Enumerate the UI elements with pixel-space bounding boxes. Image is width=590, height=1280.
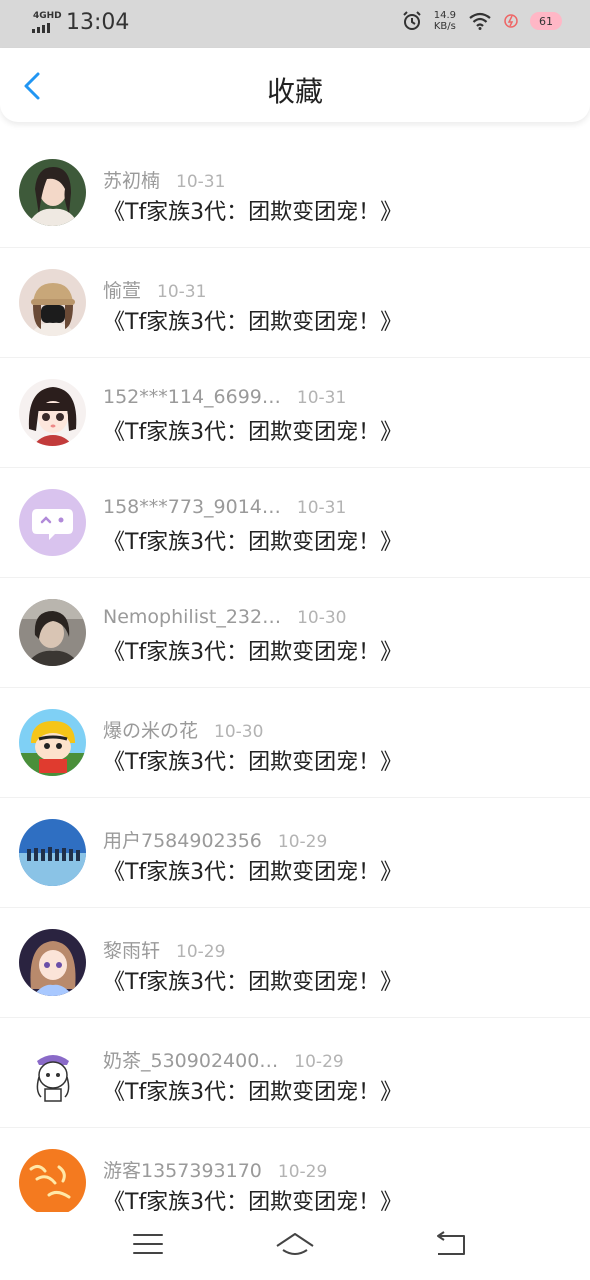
status-right: 14.9 KB/s 61 [402,10,562,32]
list-item[interactable]: 爆の米の花 10-30 《Tf家族3代：团欺变团宠！》 [0,688,590,798]
avatar[interactable] [19,269,86,336]
list-item[interactable]: 愉萱 10-31 《Tf家族3代：团欺变团宠！》 [0,248,590,358]
battery-level: 61 [539,14,553,28]
favorites-list: 苏初楠 10-31 《Tf家族3代：团欺变团宠！》 愉萱 10-31 《Tf家族… [0,138,590,1238]
system-nav-bar [0,1212,590,1280]
clock: 13:04 [66,10,130,35]
list-item[interactable]: 苏初楠 10-31 《Tf家族3代：团欺变团宠！》 [0,138,590,248]
signal-icon: 4GHD [32,10,62,35]
book-title[interactable]: 《Tf家族3代：团欺变团宠！》 [103,524,402,556]
avatar[interactable] [19,709,86,776]
list-item[interactable]: 奶茶_530902400… 10-29 《Tf家族3代：团欺变团宠！》 [0,1018,590,1128]
item-meta: 152***114_6699… 10-31 [103,386,346,408]
list-item[interactable]: 用户7584902356 10-29 《Tf家族3代：团欺变团宠！》 [0,798,590,908]
avatar[interactable] [19,159,86,226]
item-date: 10-30 [214,722,264,742]
item-meta: 游客1357393170 10-29 [103,1156,327,1183]
item-date: 10-29 [277,1162,328,1182]
item-date: 10-31 [296,388,347,408]
author-name[interactable]: 158***773_9014… [103,496,281,518]
network-type: 4GHD [33,10,62,21]
list-item[interactable]: Nemophilist_232… 10-30 《Tf家族3代：团欺变团宠！》 [0,578,590,688]
list-item[interactable]: 158***773_9014… 10-31 《Tf家族3代：团欺变团宠！》 [0,468,590,578]
alarm-icon [403,11,421,30]
item-meta: 爆の米の花 10-30 [103,716,263,743]
author-name[interactable]: 奶茶_530902400… [103,1046,278,1073]
item-meta: 苏初楠 10-31 [103,166,225,193]
header: 收藏 [0,48,590,122]
author-name[interactable]: 黎雨轩 [103,936,160,963]
book-title[interactable]: 《Tf家族3代：团欺变团宠！》 [103,304,402,336]
network-speed: 14.9 KB/s [434,10,456,32]
book-title[interactable]: 《Tf家族3代：团欺变团宠！》 [103,634,402,666]
item-date: 10-29 [294,1052,344,1072]
item-meta: 158***773_9014… 10-31 [103,496,346,518]
home-icon[interactable] [275,1228,315,1260]
status-left: 4GHD 13:04 [32,10,129,35]
item-meta: 愉萱 10-31 [103,276,206,303]
item-date: 10-31 [176,172,226,192]
book-title[interactable]: 《Tf家族3代：团欺变团宠！》 [103,414,402,446]
avatar[interactable] [19,1039,86,1106]
author-name[interactable]: 152***114_6699… [103,386,281,408]
item-meta: 黎雨轩 10-29 [103,936,225,963]
avatar[interactable] [19,599,86,666]
book-title[interactable]: 《Tf家族3代：团欺变团宠！》 [103,1074,402,1106]
book-title[interactable]: 《Tf家族3代：团欺变团宠！》 [103,744,402,776]
wifi-icon [469,12,491,30]
avatar[interactable] [19,379,86,446]
item-date: 10-29 [176,942,226,962]
list-item[interactable]: 152***114_6699… 10-31 《Tf家族3代：团欺变团宠！》 [0,358,590,468]
item-meta: 奶茶_530902400… 10-29 [103,1046,344,1073]
menu-icon[interactable] [128,1228,168,1260]
item-date: 10-31 [157,282,207,302]
book-title[interactable]: 《Tf家族3代：团欺变团宠！》 [103,854,402,886]
status-bar: 4GHD 13:04 14.9 KB/s 61 [0,0,590,48]
avatar[interactable] [19,1149,86,1216]
charging-icon [504,14,518,28]
item-date: 10-31 [296,498,347,518]
author-name[interactable]: 游客1357393170 [103,1156,262,1183]
avatar[interactable] [19,929,86,996]
book-title[interactable]: 《Tf家族3代：团欺变团宠！》 [103,194,402,226]
avatar[interactable] [19,489,86,556]
author-name[interactable]: 用户7584902356 [103,826,262,853]
speed-unit: KB/s [433,21,456,32]
avatar[interactable] [19,819,86,886]
item-meta: 用户7584902356 10-29 [103,826,327,853]
back-nav-icon[interactable] [430,1228,470,1260]
speed-value: 14.9 [433,10,456,21]
item-date: 10-30 [297,608,347,628]
list-item[interactable]: 黎雨轩 10-29 《Tf家族3代：团欺变团宠！》 [0,908,590,1018]
author-name[interactable]: Nemophilist_232… [103,606,281,628]
battery-indicator: 61 [530,12,562,30]
author-name[interactable]: 爆の米の花 [103,716,198,743]
author-name[interactable]: 苏初楠 [103,166,160,193]
book-title[interactable]: 《Tf家族3代：团欺变团宠！》 [103,964,402,996]
item-date: 10-29 [277,832,328,852]
item-meta: Nemophilist_232… 10-30 [103,606,347,628]
author-name[interactable]: 愉萱 [103,276,141,303]
page-title: 收藏 [266,75,323,108]
